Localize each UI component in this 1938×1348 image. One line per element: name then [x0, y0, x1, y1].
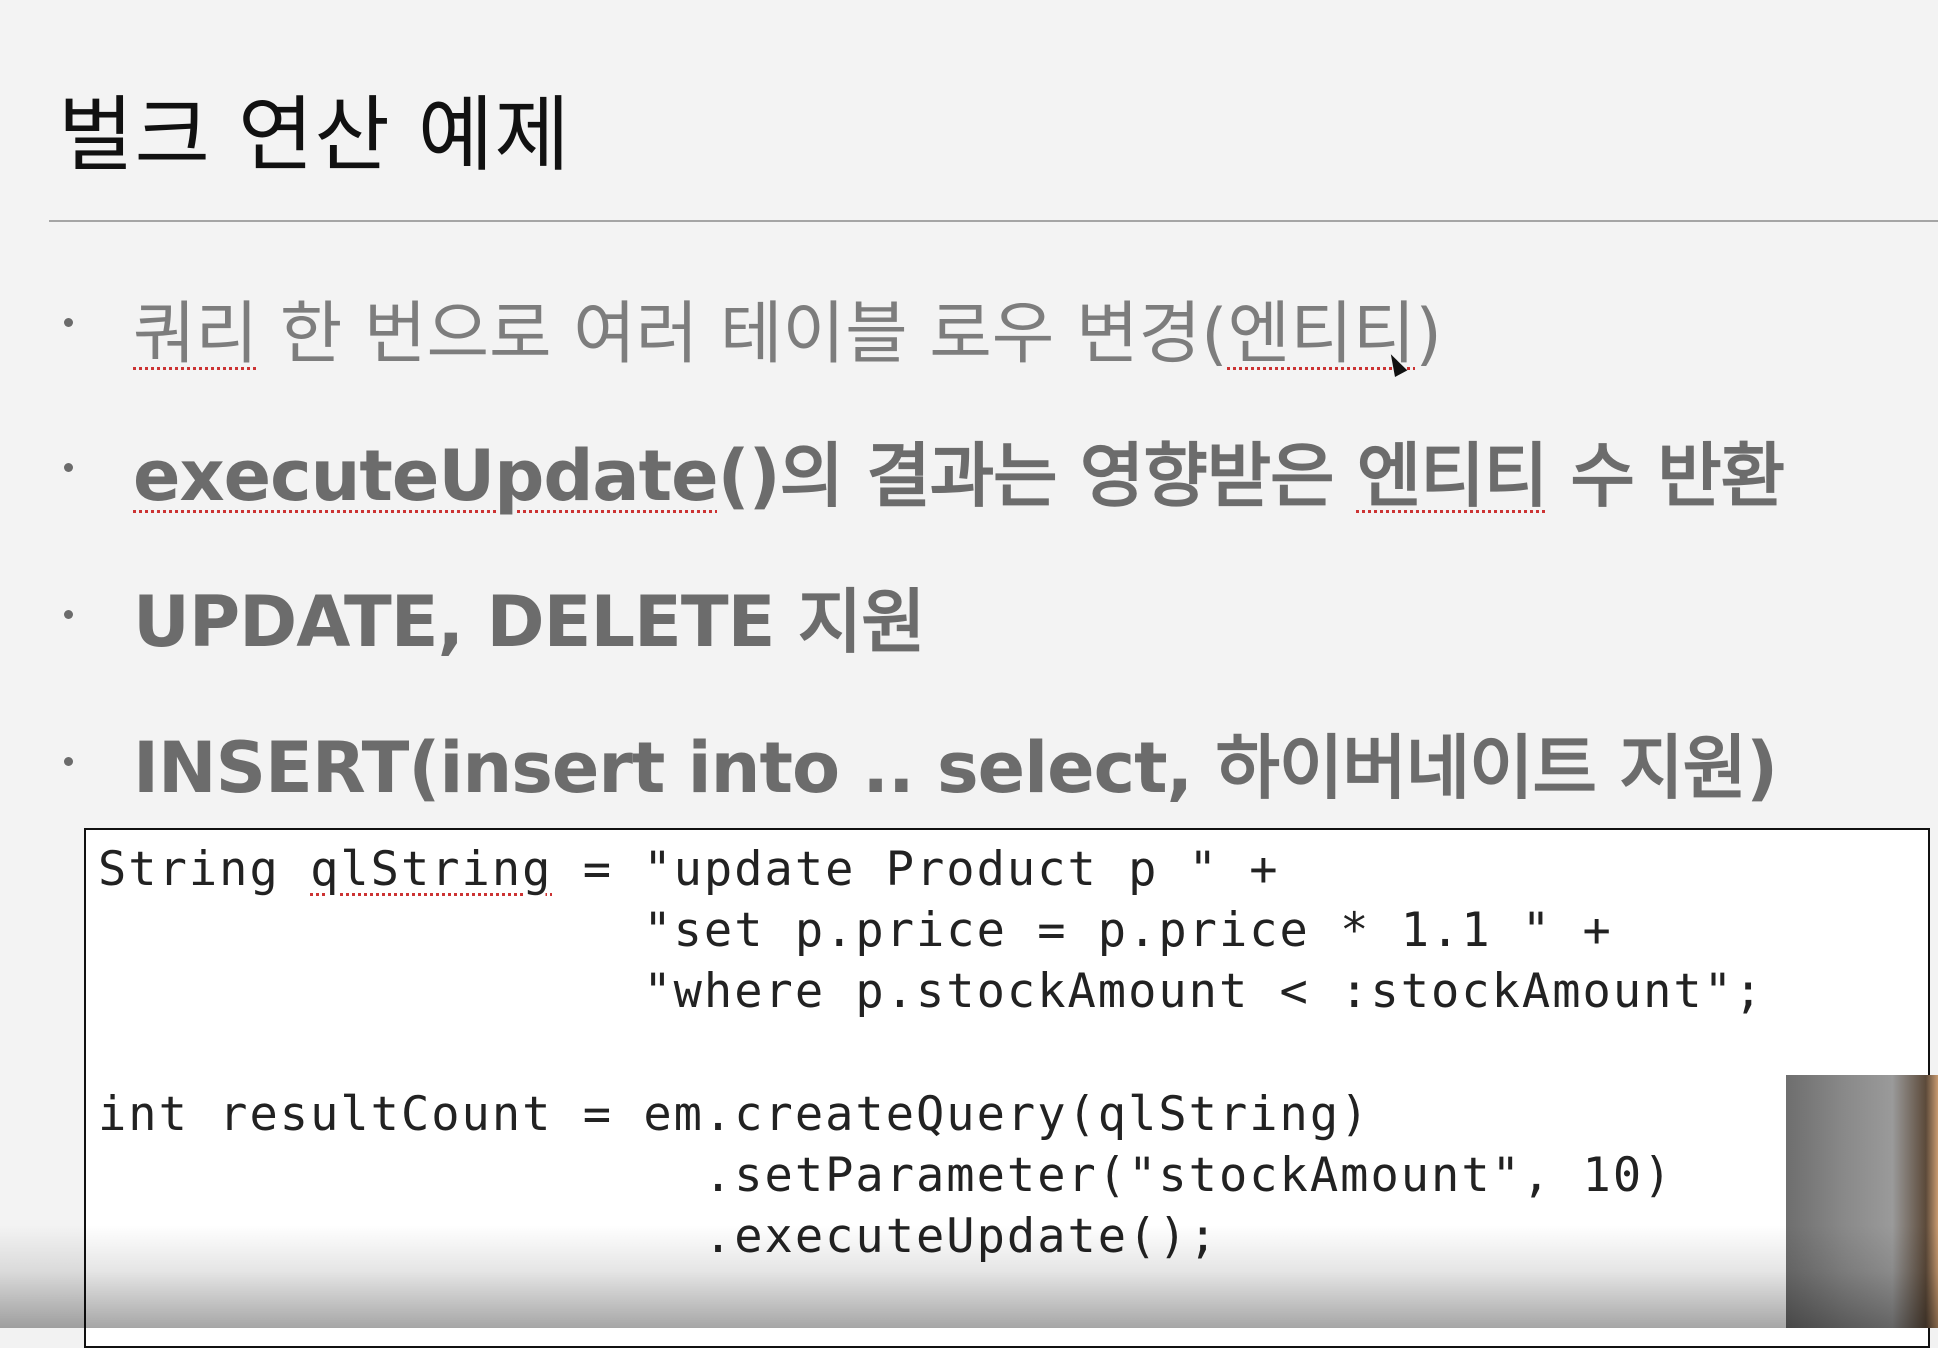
code-line: .executeUpdate(); [98, 1209, 1219, 1264]
code-line: String qlString = "update Product p " + [98, 842, 1280, 897]
bullet-text-end: ) [1415, 295, 1442, 374]
bullet-dot [64, 757, 73, 766]
spellcheck-word: 엔티티 [1356, 435, 1548, 517]
bullet-text: 쿼리 한 번으로 여러 테이블 로우 변경(엔티티) [133, 278, 1442, 377]
bullet-text: UPDATE, DELETE 지원 [133, 581, 926, 663]
bullet-dot [64, 610, 73, 619]
code-line: "set p.price = p.price * 1.1 " + [98, 903, 1613, 958]
slide: 벌크 연산 예제 쿼리 한 번으로 여러 테이블 로우 변경(엔티티) exec… [0, 0, 1938, 1348]
spellcheck-word: executeUpdate [133, 435, 719, 517]
bullet-text-mid: 한 번으로 여러 테이블 로우 변경( [258, 295, 1228, 374]
presenter-video-thumbnail [1786, 1075, 1938, 1328]
bullet-dot [64, 463, 73, 472]
bullet-dot [64, 318, 73, 327]
spellcheck-word: 쿼리 [133, 295, 259, 374]
code-line: .setParameter("stockAmount", 10) [98, 1148, 1674, 1203]
code-text: String [98, 842, 311, 897]
bullet-text: INSERT(insert into .. select, 하이버네이트 지원) [133, 727, 1778, 809]
title-divider [49, 220, 1938, 222]
spellcheck-word: qlString [310, 842, 553, 897]
bullet-text-mid: ()의 결과는 영향받은 [717, 435, 1357, 517]
bullet-text-end: 수 반환 [1547, 435, 1785, 517]
slide-title: 벌크 연산 예제 [58, 88, 571, 183]
code-line: int resultCount = em.createQuery(qlStrin… [98, 1087, 1371, 1142]
code-text: = "update Product p " + [552, 842, 1280, 897]
code-block: String qlString = "update Product p " + … [84, 828, 1930, 1348]
code-line: "where p.stockAmount < :stockAmount"; [98, 964, 1765, 1019]
bullet-text: executeUpdate()의 결과는 영향받은 엔티티 수 반환 [133, 420, 1785, 521]
